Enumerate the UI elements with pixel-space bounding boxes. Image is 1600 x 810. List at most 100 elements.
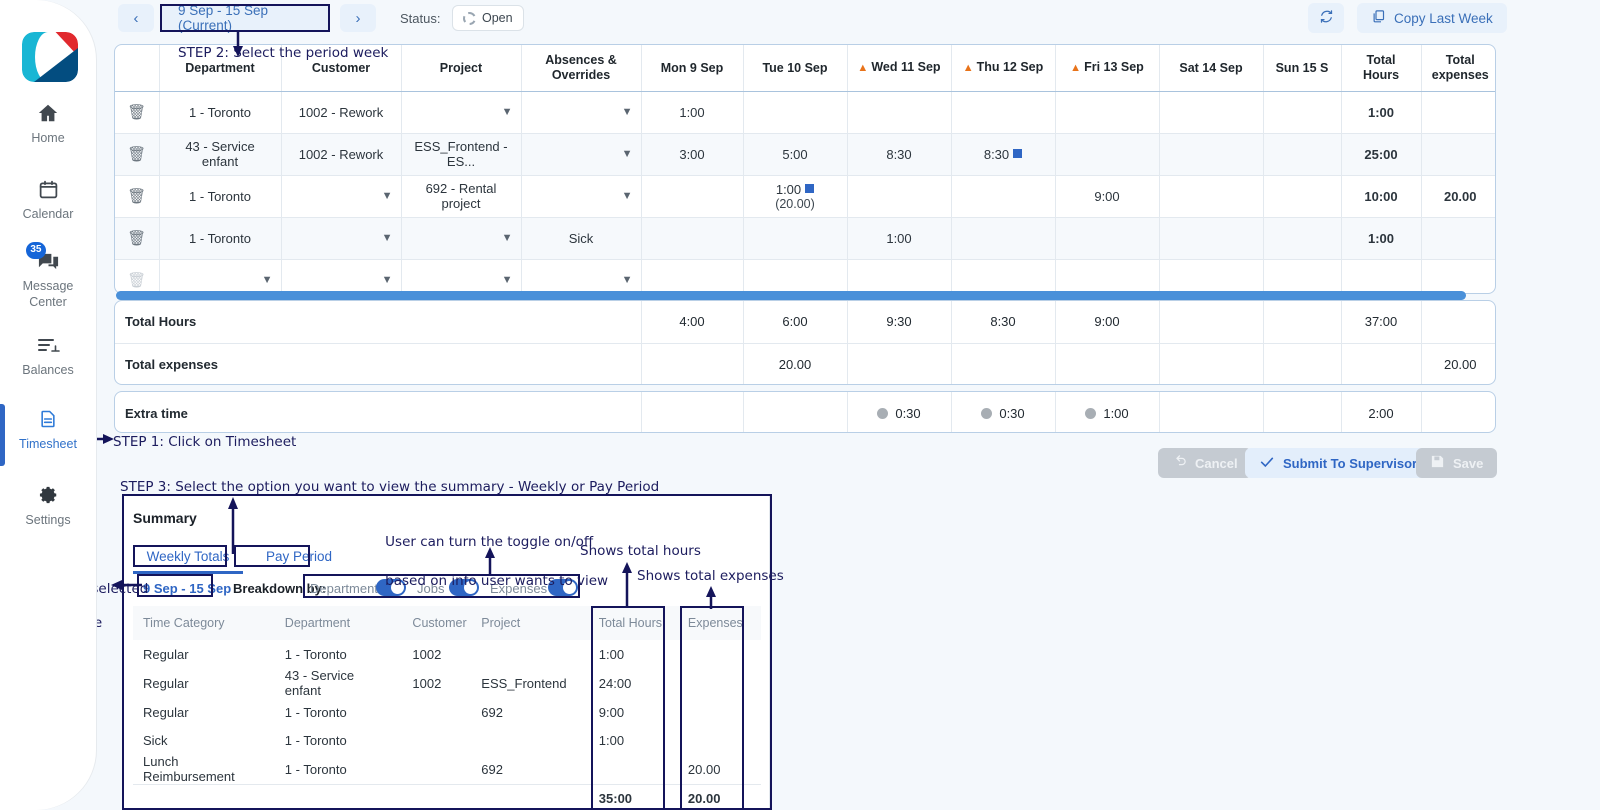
summary-column-header[interactable]: Project [471, 606, 588, 640]
day-cell[interactable] [1055, 259, 1159, 294]
copy-last-week-button[interactable]: Copy Last Week [1357, 3, 1507, 33]
sidebar-item-message-center[interactable]: 35 Message Center [4, 248, 92, 310]
table-row[interactable]: 🗑1 - Toronto1002 - Rework▼▼1:001:00 [115, 91, 1496, 133]
project-cell[interactable]: 692 - Rental project [401, 175, 521, 217]
customer-cell[interactable]: ▼ [281, 175, 401, 217]
summary-column-header[interactable]: Time Category [133, 606, 275, 640]
day-cell[interactable] [641, 175, 743, 217]
chevron-down-icon[interactable]: ▼ [502, 106, 513, 118]
project-cell[interactable]: ESS_Frontend - ES... [401, 133, 521, 175]
comment-flag-icon[interactable] [805, 184, 814, 193]
day-cell[interactable]: 8:30 [951, 133, 1055, 175]
day-cell[interactable] [1159, 217, 1263, 259]
delete-row-cell[interactable]: 🗑 [115, 217, 159, 259]
chevron-down-icon[interactable]: ▼ [622, 190, 633, 202]
customer-cell[interactable]: 1002 - Rework [281, 133, 401, 175]
day-cell[interactable] [1055, 217, 1159, 259]
table-row[interactable]: 🗑1 - Toronto▼▼Sick1:001:00 [115, 217, 1496, 259]
column-header-absences-overrides[interactable]: Absences & Overrides [521, 45, 641, 91]
absences-overrides-cell[interactable]: ▼ [521, 175, 641, 217]
absences-overrides-cell[interactable]: Sick [521, 217, 641, 259]
day-cell[interactable] [1263, 133, 1341, 175]
sidebar-item-settings[interactable]: Settings [4, 482, 92, 529]
day-cell[interactable]: 1:00 [641, 91, 743, 133]
absences-overrides-cell[interactable]: ▼ [521, 259, 641, 294]
project-cell[interactable]: ▼ [401, 217, 521, 259]
refresh-button[interactable] [1308, 3, 1344, 33]
delete-row-icon[interactable]: 🗑 [127, 146, 146, 163]
sidebar-item-home[interactable]: Home [4, 100, 92, 147]
day-cell[interactable] [847, 175, 951, 217]
day-cell[interactable]: 8:30 [847, 133, 951, 175]
delete-row-cell[interactable]: 🗑 [115, 133, 159, 175]
day-cell[interactable] [1159, 259, 1263, 294]
day-cell[interactable] [1159, 91, 1263, 133]
delete-row-icon[interactable]: 🗑 [127, 272, 146, 289]
day-cell[interactable]: 9:00 [1055, 175, 1159, 217]
column-header-tue-10-sep[interactable]: Tue 10 Sep [743, 45, 847, 91]
week-range-selector[interactable]: 9 Sep - 15 Sep (Current) [160, 4, 330, 32]
comment-flag-icon[interactable] [1013, 149, 1022, 158]
day-cell[interactable] [1263, 91, 1341, 133]
summary-week-range[interactable]: 9 Sep - 15 Sep [143, 581, 231, 596]
department-cell[interactable]: 1 - Toronto [159, 217, 281, 259]
day-cell[interactable]: 1:00 [847, 217, 951, 259]
column-header-actions[interactable] [115, 45, 159, 91]
chevron-down-icon[interactable]: ▼ [622, 274, 633, 286]
day-cell[interactable] [641, 259, 743, 294]
submit-to-supervisor-button[interactable]: Submit To Supervisor [1245, 448, 1431, 478]
sidebar-item-balances[interactable]: Balances [4, 332, 92, 379]
sidebar-item-calendar[interactable]: Calendar [4, 176, 92, 223]
chevron-down-icon[interactable]: ▼ [262, 274, 273, 286]
project-cell[interactable]: ▼ [401, 259, 521, 294]
summary-column-header[interactable]: Total Hours [589, 606, 678, 640]
day-cell[interactable] [847, 259, 951, 294]
customer-cell[interactable]: 1002 - Rework [281, 91, 401, 133]
day-cell[interactable] [1263, 217, 1341, 259]
day-cell[interactable] [1055, 133, 1159, 175]
next-week-button[interactable]: › [340, 4, 376, 32]
chevron-down-icon[interactable]: ▼ [382, 274, 393, 286]
chevron-down-icon[interactable]: ▼ [622, 148, 633, 160]
tab-weekly-totals[interactable]: Weekly Totals [137, 543, 239, 569]
summary-column-header[interactable]: Department [275, 606, 403, 640]
cancel-button[interactable]: Cancel [1158, 448, 1252, 478]
department-cell[interactable]: ▼ [159, 259, 281, 294]
prev-week-button[interactable]: ‹ [118, 4, 154, 32]
day-cell[interactable] [1159, 175, 1263, 217]
department-cell[interactable]: 1 - Toronto [159, 91, 281, 133]
chevron-down-icon[interactable]: ▼ [382, 190, 393, 202]
day-cell[interactable] [1159, 133, 1263, 175]
chevron-down-icon[interactable]: ▼ [622, 106, 633, 118]
chevron-down-icon[interactable]: ▼ [502, 232, 513, 244]
column-header-total-hours[interactable]: Total Hours [1341, 45, 1421, 91]
column-header-sun-15-s[interactable]: Sun 15 S [1263, 45, 1341, 91]
day-cell[interactable]: 5:00 [743, 133, 847, 175]
column-header-sat-14-sep[interactable]: Sat 14 Sep [1159, 45, 1263, 91]
day-cell[interactable] [1263, 175, 1341, 217]
column-header-wed-11-sep[interactable]: ▲Wed 11 Sep [847, 45, 951, 91]
day-cell[interactable] [951, 217, 1055, 259]
chevron-down-icon[interactable]: ▼ [382, 232, 393, 244]
delete-row-cell[interactable]: 🗑 [115, 175, 159, 217]
day-cell[interactable]: 1:00(20.00) [743, 175, 847, 217]
absences-overrides-cell[interactable]: ▼ [521, 91, 641, 133]
column-header-project[interactable]: Project [401, 45, 521, 91]
table-row[interactable]: 🗑 43 - Service enfant1002 - ReworkESS_Fro… [115, 133, 1496, 175]
column-header-total-expenses[interactable]: Total expenses [1421, 45, 1496, 91]
day-cell[interactable]: 3:00 [641, 133, 743, 175]
summary-column-header[interactable]: Expenses [678, 606, 761, 640]
delete-row-icon[interactable]: 🗑 [127, 230, 146, 247]
day-cell[interactable] [743, 259, 847, 294]
day-cell[interactable] [743, 217, 847, 259]
day-cell[interactable] [1055, 91, 1159, 133]
day-cell[interactable] [951, 175, 1055, 217]
department-cell[interactable]: 43 - Service enfant [159, 133, 281, 175]
delete-row-cell[interactable]: 🗑 [115, 91, 159, 133]
delete-row-icon[interactable]: 🗑 [127, 104, 146, 121]
save-button[interactable]: Save [1416, 448, 1497, 478]
sidebar-item-timesheet[interactable]: Timesheet [4, 406, 92, 453]
column-header-mon-9-sep[interactable]: Mon 9 Sep [641, 45, 743, 91]
department-cell[interactable]: 1 - Toronto [159, 175, 281, 217]
day-cell[interactable] [951, 259, 1055, 294]
